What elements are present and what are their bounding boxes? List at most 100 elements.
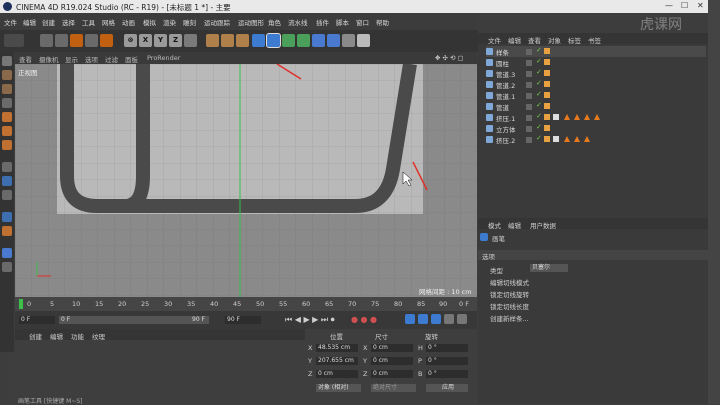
position-y-field[interactable]: 207.655 cm [316,357,358,365]
rotation-p-field[interactable]: 0 ° [426,357,468,365]
menu-edit[interactable]: 编辑 [23,17,36,27]
phong-tag-icon[interactable] [584,114,590,120]
deformer-icon[interactable] [312,34,325,47]
render-settings-icon[interactable] [236,34,249,47]
size-x-field[interactable]: 0 cm [371,344,413,352]
live-select-icon[interactable] [40,34,53,47]
z-axis-button[interactable]: Z [169,34,182,47]
enabled-check-icon[interactable]: ✓ [536,79,542,87]
viewport-menu-view[interactable]: 查看 [19,54,32,64]
menu-select[interactable]: 选择 [62,17,75,27]
object-axis-icon[interactable]: ⊗ [124,34,137,47]
y-axis-button[interactable]: Y [154,34,167,47]
enabled-check-icon[interactable]: ✓ [536,101,542,109]
object-tag-icon[interactable] [544,92,550,98]
viewport-menu-options[interactable]: 选项 [85,54,98,64]
scale-icon[interactable] [70,34,83,47]
grid-icon[interactable] [2,248,12,258]
object-row[interactable]: 管道.2 ✓ [486,79,706,90]
menu-sculpt[interactable]: 雕刻 [183,17,196,27]
viewport-menu-panel[interactable]: 面板 [125,54,138,64]
viewport-menu-prorender[interactable]: ProRender [147,54,180,62]
object-name[interactable]: 挤压.1 [496,113,515,123]
pen-spline-icon[interactable] [266,33,281,48]
minimize-button[interactable]: — [665,1,673,10]
floor-icon[interactable] [327,34,340,47]
viewport-menu-filter[interactable]: 过滤 [105,54,118,64]
locked-workplane-icon[interactable] [2,212,12,222]
planar-workplane-icon[interactable] [2,226,12,236]
object-name[interactable]: 管道 [496,102,509,112]
visibility-toggle[interactable] [526,49,532,55]
enabled-check-icon[interactable]: ✓ [536,90,542,98]
phong-tag-icon[interactable] [564,114,570,120]
attr-option[interactable]: 创建新样条... [490,313,529,323]
menu-pipeline[interactable]: 流水线 [288,17,308,27]
array-icon[interactable] [297,34,310,47]
visibility-toggle[interactable] [526,126,532,132]
cube-icon[interactable] [252,34,265,47]
object-name[interactable]: 管道.3 [496,69,515,79]
playback-controls[interactable]: ⏮ ◀ ▶ ▶ ⏭ ⏺ [285,315,335,325]
menu-character[interactable]: 角色 [268,17,281,27]
viewport-menu-camera[interactable]: 摄像机 [39,54,59,64]
rotation-h-field[interactable]: 0 ° [426,344,468,352]
menu-help[interactable]: 帮助 [376,17,389,27]
snap-icon[interactable] [2,190,12,200]
object-row[interactable]: 圆柱 ✓ [486,57,706,68]
layer-icon[interactable] [2,262,12,272]
viewport-nav-icons[interactable]: ✥ ✣ ⟲ ▢ [435,54,464,62]
timeline[interactable]: 0 5 10 15 20 25 30 35 40 45 50 55 60 65 … [15,297,477,311]
recent-tool-icon[interactable] [100,34,113,47]
viewport-menu-display[interactable]: 显示 [65,54,78,64]
object-name[interactable]: 立方体 [496,124,516,134]
enabled-check-icon[interactable]: ✓ [536,123,542,131]
coord-system-icon[interactable] [184,34,197,47]
enabled-check-icon[interactable]: ✓ [536,112,542,120]
object-row[interactable]: 管道.3 ✓ [486,68,706,79]
camera-icon[interactable] [342,34,355,47]
objects-menu-bookmarks[interactable]: 书签 [588,35,601,45]
tweak-mode-icon[interactable] [2,176,12,186]
texture-mode-icon[interactable] [2,84,12,94]
material-menu-function[interactable]: 功能 [71,331,84,341]
object-tag-icon[interactable] [544,59,550,65]
objects-menu-tags[interactable]: 标签 [568,35,581,45]
param-key-icon[interactable] [444,314,454,324]
start-frame-field[interactable]: 0 F [19,316,55,324]
object-row[interactable]: 样条 ✓ [486,46,706,57]
render-view-icon[interactable] [206,34,219,47]
timeline-playhead[interactable] [19,299,23,309]
object-row[interactable]: 管道 ✓ [486,101,706,112]
object-name[interactable]: 挤压.2 [496,135,515,145]
scale-key-icon[interactable] [418,314,428,324]
light-icon[interactable] [357,34,370,47]
objects-menu-view[interactable]: 查看 [528,35,541,45]
phong-tag-icon[interactable] [584,136,590,142]
enabled-check-icon[interactable]: ✓ [536,57,542,65]
size-z-field[interactable]: 0 cm [371,370,413,378]
coord-mode-dropdown[interactable]: 对象 (相对) [316,384,361,392]
menu-render[interactable]: 渲染 [163,17,176,27]
close-button[interactable]: ✕ [697,1,704,10]
end-frame-field[interactable]: 90 F [225,316,261,324]
phong-tag-icon[interactable] [574,136,580,142]
object-row[interactable]: 管道.1 ✓ [486,90,706,101]
menu-mograph[interactable]: 运动图形 [238,17,264,27]
visibility-toggle[interactable] [526,60,532,66]
phong-tag-icon[interactable] [594,114,600,120]
model-mode-icon[interactable] [2,70,12,80]
render-picture-viewer-icon[interactable] [221,34,234,47]
menu-motion-tracking[interactable]: 运动跟踪 [204,17,230,27]
material-menu-create[interactable]: 创建 [29,331,42,341]
menu-animate[interactable]: 动画 [122,17,135,27]
attr-menu-edit[interactable]: 编辑 [508,220,521,230]
object-row[interactable]: 挤压.2 ✓ [486,134,706,145]
edges-mode-icon[interactable] [2,126,12,136]
position-z-field[interactable]: 0 cm [316,370,358,378]
move-icon[interactable] [55,34,68,47]
rotate-icon[interactable] [85,34,98,47]
preview-range-slider[interactable]: 0 F 90 F [59,316,209,324]
undo-icon[interactable] [4,34,24,47]
attr-option[interactable]: 编辑切线模式 [490,277,529,287]
